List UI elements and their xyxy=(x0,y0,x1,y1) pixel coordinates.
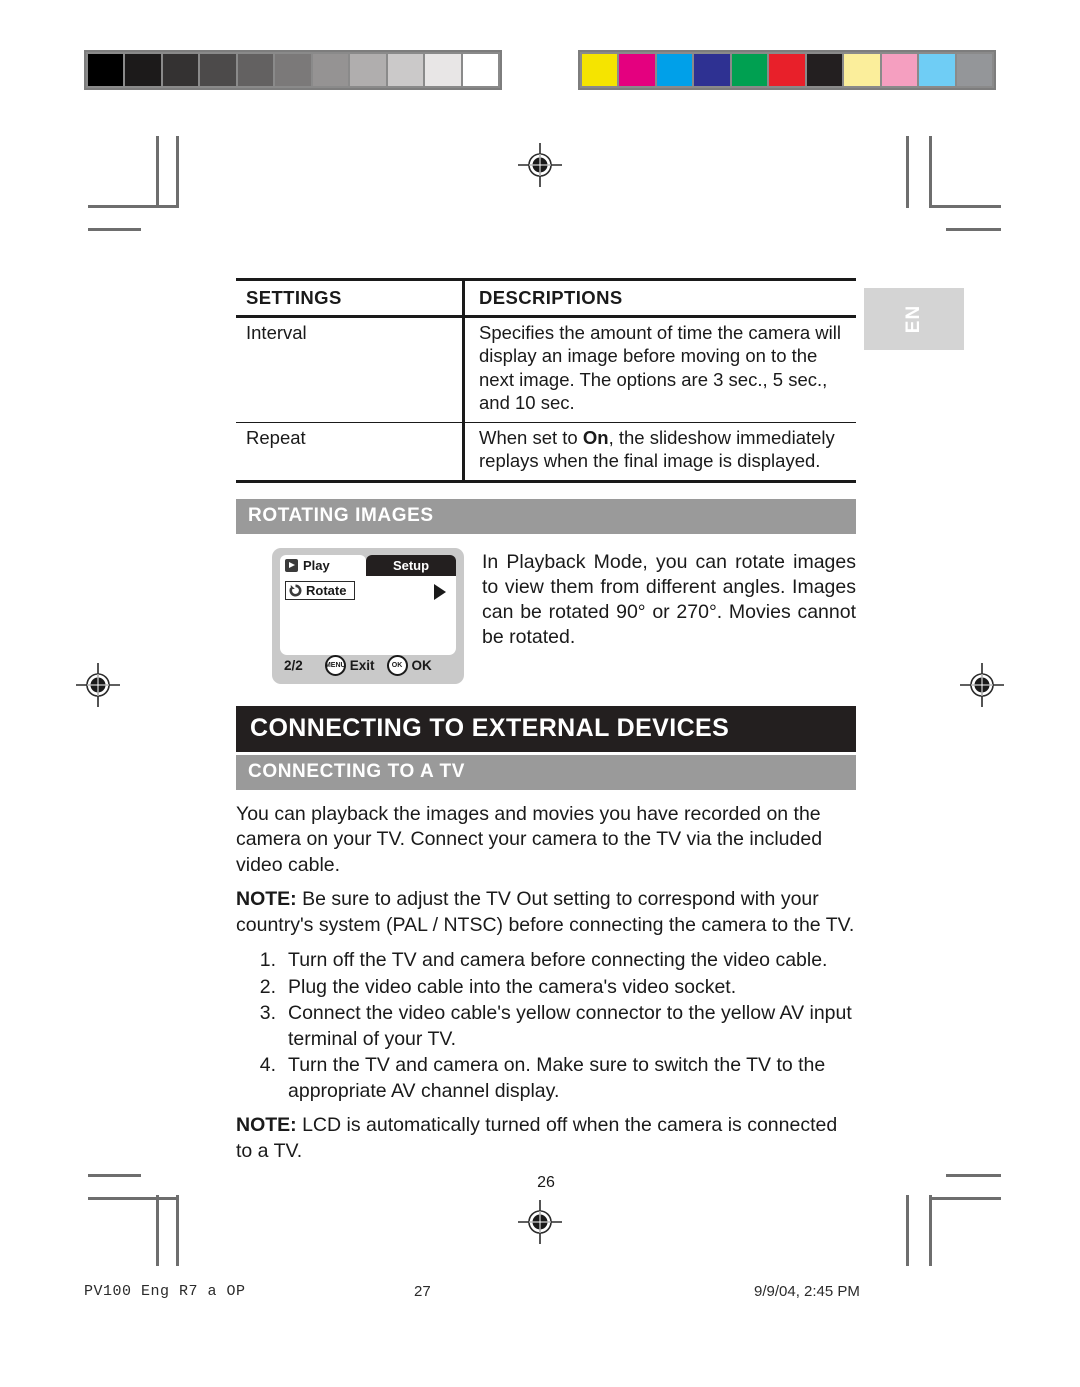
lcd-ok-label: OK xyxy=(411,658,432,673)
table-row: Interval Specifies the amount of time th… xyxy=(236,316,856,423)
color-patch-2 xyxy=(656,54,693,86)
section-heading-rotating-images: ROTATING IMAGES xyxy=(236,498,856,534)
crop-mark-top-right xyxy=(896,136,1004,232)
color-patch-3 xyxy=(694,54,730,86)
list-item: 2. Plug the video cable into the camera'… xyxy=(236,975,856,1001)
lcd-tab-play[interactable]: Play xyxy=(280,554,366,576)
gray-patch-1 xyxy=(125,54,161,86)
table-header-settings: SETTINGS xyxy=(236,278,465,318)
ok-button-icon[interactable]: OK xyxy=(386,655,408,676)
section-heading-connecting-to-tv: CONNECTING TO A TV xyxy=(236,754,856,790)
note-lcd-off: NOTE: LCD is automatically turned off wh… xyxy=(236,1113,856,1164)
chevron-right-icon[interactable] xyxy=(434,583,446,600)
color-patch-8 xyxy=(881,54,918,86)
color-patch-9 xyxy=(919,54,955,86)
lcd-status-bar: 2/2 MENU Exit OK OK xyxy=(280,655,456,677)
gray-patch-10 xyxy=(462,54,498,86)
lcd-page-indicator: 2/2 xyxy=(284,658,303,673)
gray-patch-8 xyxy=(387,54,424,86)
footer-job-name: PV100 Eng R7 a OP xyxy=(84,1283,246,1300)
gray-patch-5 xyxy=(275,54,311,86)
step-text: Connect the video cable's yellow connect… xyxy=(288,1002,852,1050)
step-number: 4. xyxy=(259,1054,276,1076)
step-text: Plug the video cable into the camera's v… xyxy=(288,975,737,998)
lcd-menu-item-rotate[interactable]: Rotate xyxy=(285,580,356,600)
lcd-tab-setup[interactable]: Setup xyxy=(366,554,456,576)
color-patch-5 xyxy=(769,54,805,86)
lcd-exit-label: Exit xyxy=(349,658,375,673)
footer-sheet-number: 27 xyxy=(414,1283,431,1300)
gray-patch-3 xyxy=(200,54,236,86)
color-patch-4 xyxy=(731,54,768,86)
step-text: Turn the TV and camera on. Make sure to … xyxy=(288,1054,826,1102)
grayscale-calibration-bar xyxy=(84,50,502,90)
step-number: 1. xyxy=(259,949,276,971)
menu-button-icon[interactable]: MENU xyxy=(324,655,346,676)
lcd-tab-bar: Play Setup xyxy=(280,554,456,576)
step-text: Turn off the TV and camera before connec… xyxy=(288,949,828,971)
color-patch-1 xyxy=(619,54,655,86)
lcd-menu-item-label: Rotate xyxy=(306,582,347,598)
color-patch-7 xyxy=(844,54,880,86)
gray-patch-7 xyxy=(350,54,386,86)
rotating-images-body: In Playback Mode, you can rotate images … xyxy=(482,550,856,648)
page-number: 26 xyxy=(537,1174,555,1191)
rotating-images-block: Play Setup Rotate 2/2 MENU Exit OK OK In… xyxy=(236,547,856,684)
registration-mark-right xyxy=(960,663,1004,707)
gray-patch-2 xyxy=(162,54,199,86)
table-header-row: SETTINGS DESCRIPTIONS xyxy=(236,278,856,318)
table-row: Repeat When set to On, the slideshow imm… xyxy=(236,422,856,483)
color-patch-0 xyxy=(582,54,618,86)
color-calibration-bar xyxy=(578,50,996,90)
color-patch-6 xyxy=(806,54,843,86)
registration-mark-bottom xyxy=(518,1200,562,1244)
lcd-tab-play-label: Play xyxy=(303,557,330,573)
lcd-tab-setup-label: Setup xyxy=(392,557,430,573)
play-icon xyxy=(285,558,298,572)
lcd-screen-area: Rotate xyxy=(280,575,456,655)
gray-patch-6 xyxy=(312,54,349,86)
step-number: 2. xyxy=(259,975,276,998)
setting-name-interval: Interval xyxy=(236,316,465,423)
note-text: Be sure to adjust the TV Out setting to … xyxy=(236,888,855,936)
gray-patch-0 xyxy=(88,54,124,86)
repeat-desc-value: On xyxy=(582,426,609,448)
list-item: 3. Connect the video cable's yellow conn… xyxy=(236,1001,856,1052)
note-text: LCD is automatically turned off when the… xyxy=(236,1114,838,1162)
rotate-icon xyxy=(289,583,302,597)
language-tab-label: EN xyxy=(903,304,924,334)
camera-lcd-illustration: Play Setup Rotate 2/2 MENU Exit OK OK xyxy=(272,547,464,684)
color-patch-10 xyxy=(956,54,992,86)
footer-timestamp: 9/9/04, 2:45 PM xyxy=(754,1283,860,1300)
language-tab-en: EN xyxy=(864,288,964,350)
list-item: 4. Turn the TV and camera on. Make sure … xyxy=(236,1053,856,1104)
connection-steps-list: 1. Turn off the TV and camera before con… xyxy=(236,948,856,1104)
page-content: SETTINGS DESCRIPTIONS Interval Specifies… xyxy=(236,278,856,1192)
gray-patch-4 xyxy=(237,54,274,86)
setting-description-repeat: When set to On, the slideshow immediatel… xyxy=(463,422,856,483)
intro-paragraph: You can playback the images and movies y… xyxy=(236,802,823,876)
print-footer: PV100 Eng R7 a OP 27 9/9/04, 2:45 PM xyxy=(84,1283,996,1300)
registration-mark-top xyxy=(518,143,562,187)
note-label: NOTE: xyxy=(236,888,297,910)
crop-mark-top-left xyxy=(78,136,186,232)
chapter-heading: CONNECTING TO EXTERNAL DEVICES xyxy=(236,705,856,752)
repeat-desc-pre: When set to xyxy=(479,426,583,448)
slideshow-settings-table: SETTINGS DESCRIPTIONS Interval Specifies… xyxy=(236,278,856,483)
note-label: NOTE: xyxy=(236,1114,297,1136)
crop-mark-bottom-left xyxy=(78,1170,186,1266)
note-tv-out: NOTE: Be sure to adjust the TV Out setti… xyxy=(236,887,856,938)
list-item: 1. Turn off the TV and camera before con… xyxy=(236,948,856,974)
setting-name-repeat: Repeat xyxy=(236,422,465,483)
crop-mark-bottom-right xyxy=(896,1170,1004,1266)
setting-description-interval: Specifies the amount of time the camera … xyxy=(463,316,856,423)
step-number: 3. xyxy=(259,1002,276,1024)
registration-mark-left xyxy=(76,663,120,707)
table-header-descriptions: DESCRIPTIONS xyxy=(463,278,856,318)
gray-patch-9 xyxy=(425,54,461,86)
